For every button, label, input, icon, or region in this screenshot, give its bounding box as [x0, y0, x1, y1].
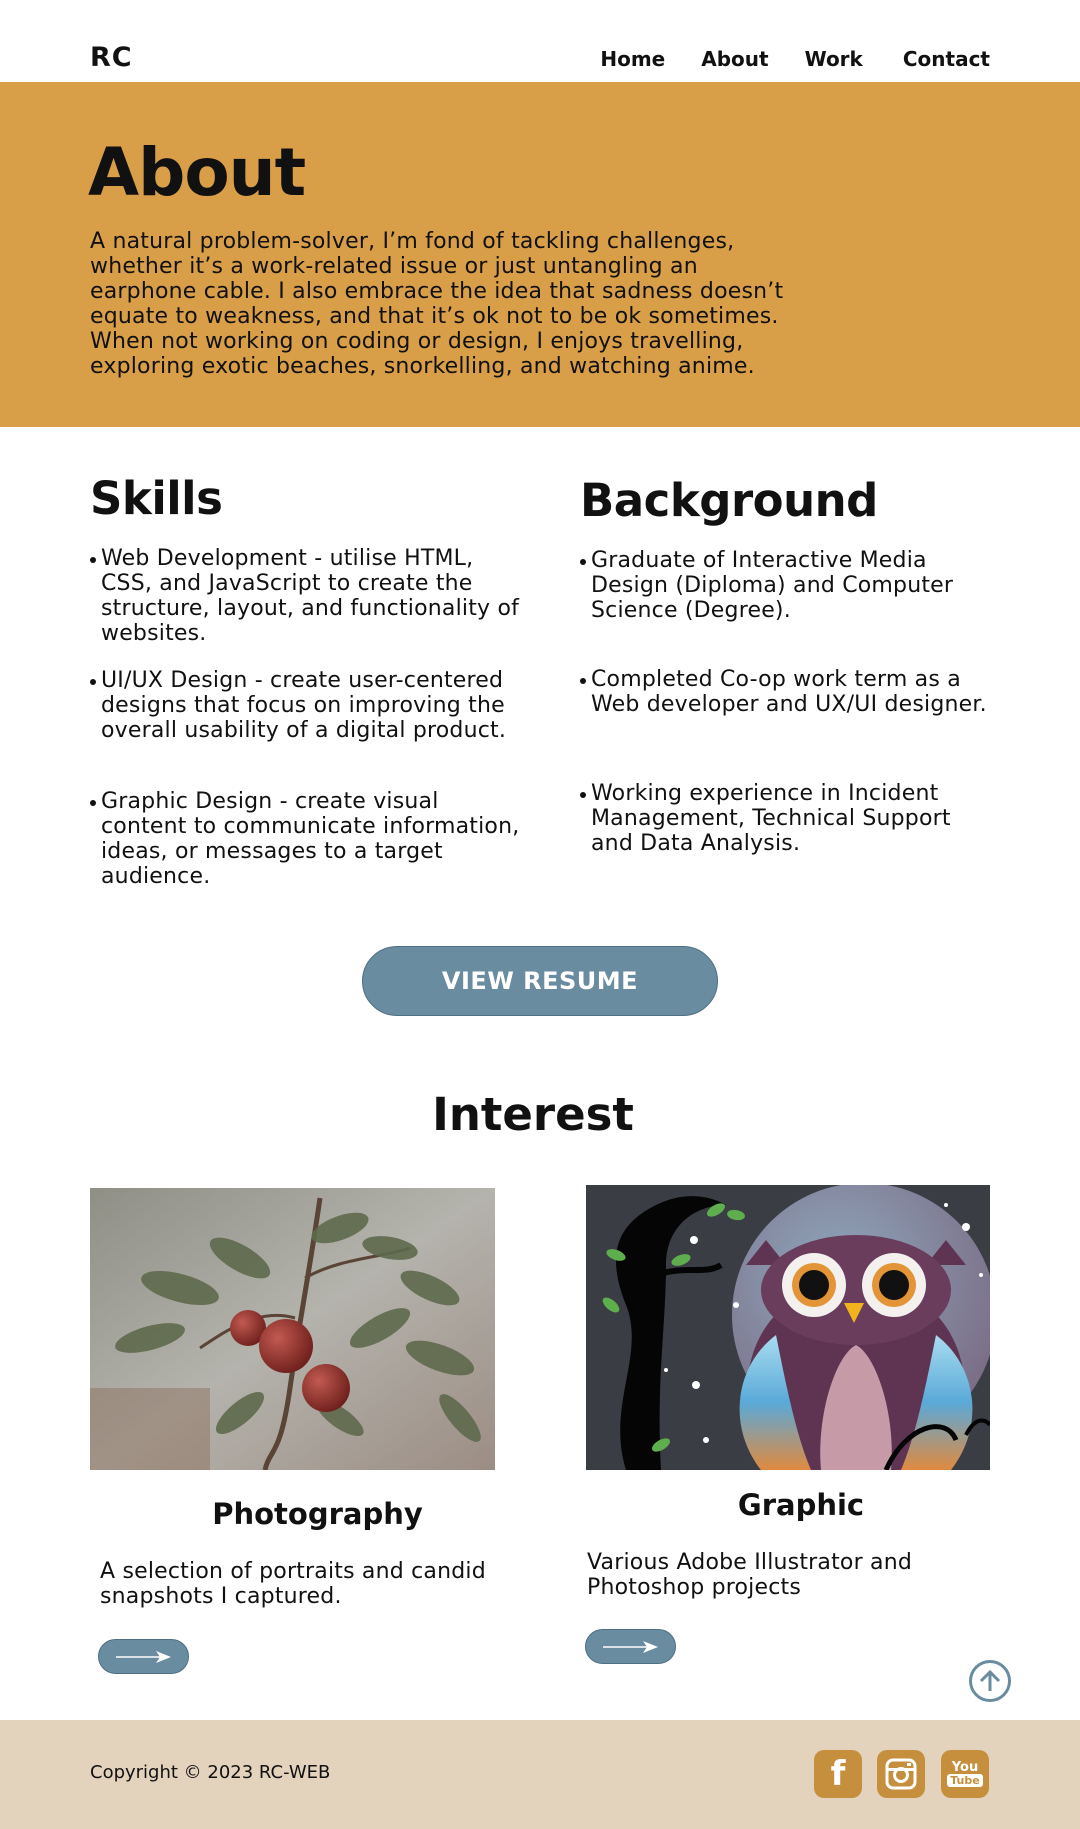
photography-description: A selection of portraits and candid snap…	[100, 1559, 486, 1609]
skill-item-web: Web Development - utilise HTML, CSS, and…	[90, 546, 530, 646]
site-logo[interactable]: RC	[90, 42, 133, 73]
rosehip-branch-photo	[90, 1188, 495, 1470]
arrow-right-icon	[602, 1640, 658, 1653]
instagram-icon	[885, 1758, 917, 1790]
photography-arrow-button[interactable]	[98, 1639, 189, 1674]
arrow-right-icon	[115, 1650, 171, 1663]
nav-work-link[interactable]: Work	[805, 47, 863, 71]
instagram-button[interactable]	[877, 1750, 925, 1798]
background-item-experience: Working experience in Incident Managemen…	[580, 781, 980, 856]
interest-title: Interest	[432, 1088, 634, 1141]
skill-item-graphic: Graphic Design - create visual content t…	[90, 789, 520, 889]
back-to-top-button[interactable]	[969, 1660, 1011, 1702]
graphic-description: Various Adobe Illustrator and Photoshop …	[587, 1550, 913, 1600]
site-header: RC Home About Work Contact	[0, 0, 1080, 82]
about-title: About	[88, 134, 306, 211]
facebook-button[interactable]: f	[814, 1750, 862, 1798]
background-item-coop: Completed Co-op work term as a Web devel…	[580, 667, 1000, 717]
about-text: A natural problem-solver, I’m fond of ta…	[90, 229, 784, 379]
site-footer: Copyright © 2023 RC-WEB f You Tube	[0, 1720, 1080, 1829]
youtube-icon: You	[951, 1760, 979, 1775]
about-section: About A natural problem-solver, I’m fond…	[0, 82, 1080, 427]
skill-item-uiux: UI/UX Design - create user-centered desi…	[90, 668, 530, 743]
main-nav: Home About Work Contact	[564, 47, 990, 71]
nav-home-link[interactable]: Home	[600, 47, 665, 71]
copyright-text: Copyright © 2023 RC-WEB	[90, 1762, 331, 1783]
photography-title: Photography	[212, 1497, 423, 1531]
background-section: Background Graduate of Interactive Media…	[580, 472, 1000, 856]
skills-title: Skills	[90, 472, 223, 525]
view-resume-button[interactable]: VIEW RESUME	[362, 946, 718, 1016]
nav-about-link[interactable]: About	[701, 47, 768, 71]
skills-section: Skills Web Development - utilise HTML, C…	[90, 472, 540, 889]
graphic-arrow-button[interactable]	[585, 1629, 676, 1664]
background-item-education: Graduate of Interactive Media Design (Di…	[580, 548, 1000, 623]
nav-contact-link[interactable]: Contact	[903, 47, 990, 71]
photography-image[interactable]	[90, 1188, 495, 1470]
youtube-tube-label: Tube	[947, 1774, 983, 1787]
graphic-title: Graphic	[737, 1488, 865, 1522]
arrow-up-circle-icon	[979, 1669, 1001, 1691]
facebook-icon: f	[830, 1754, 846, 1794]
graphic-image[interactable]	[586, 1185, 990, 1470]
owl-illustration	[586, 1185, 990, 1470]
youtube-button[interactable]: You Tube	[941, 1750, 989, 1798]
background-title: Background	[580, 474, 878, 527]
